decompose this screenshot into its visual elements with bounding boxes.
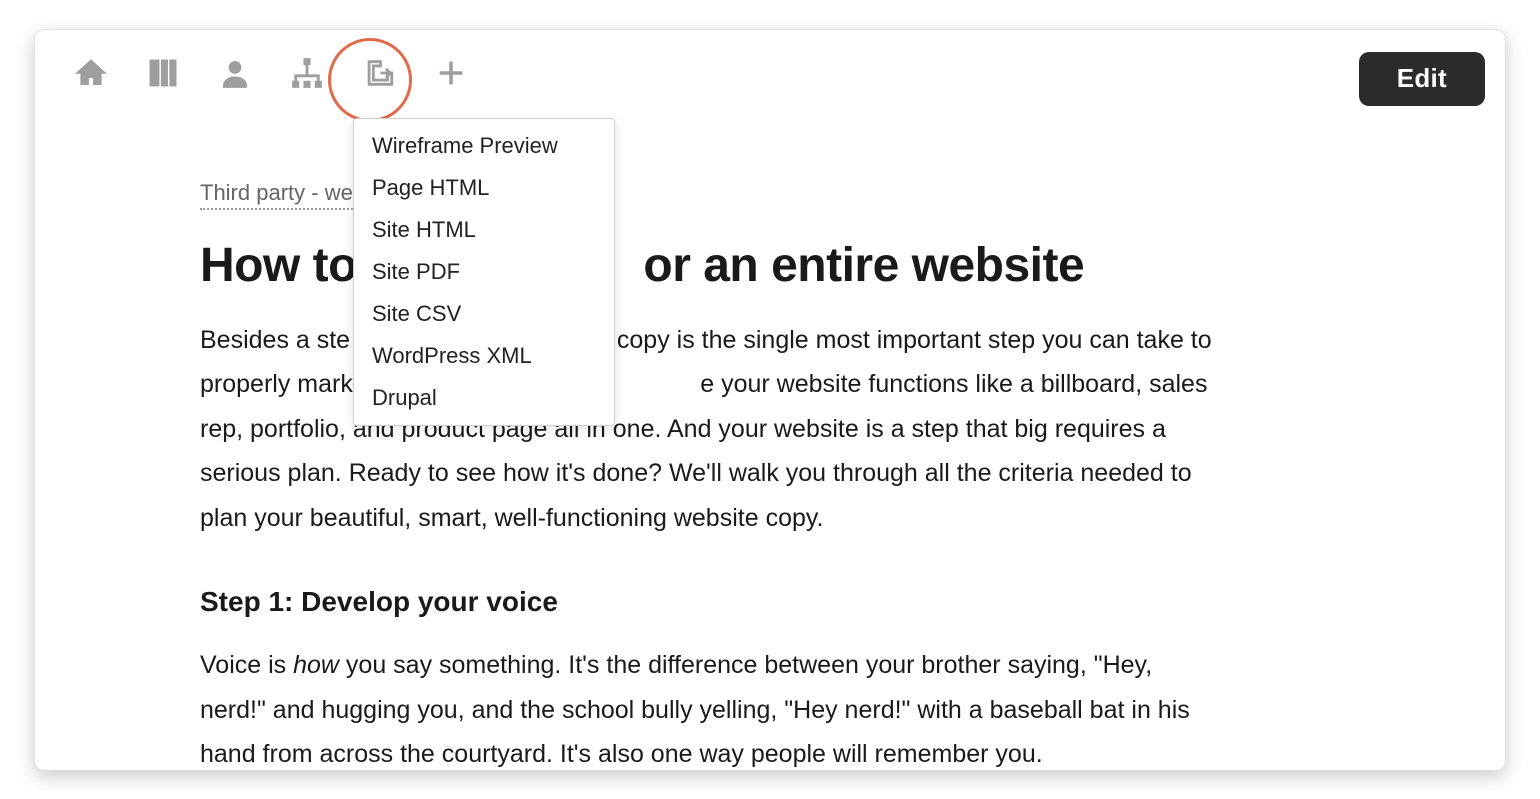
sitemap-icon xyxy=(290,56,324,93)
step1-body-a: Voice is xyxy=(200,651,293,679)
step1-heading: Step 1: Develop your voice xyxy=(200,586,1340,618)
edit-button[interactable]: Edit xyxy=(1359,52,1485,106)
panel-button[interactable] xyxy=(127,30,199,120)
menu-item-drupal[interactable]: Drupal xyxy=(354,377,614,419)
step1-paragraph: Voice is how you say something. It's the… xyxy=(200,643,1220,770)
app-window: Edit Wireframe Preview Page HTML Site HT… xyxy=(34,29,1506,771)
intro-pre: Besides a ste xyxy=(200,326,350,354)
menu-item-site-html[interactable]: Site HTML xyxy=(354,209,614,251)
export-button[interactable] xyxy=(343,30,415,120)
toolbar: Edit xyxy=(35,30,1505,120)
page-title-right: or an entire website xyxy=(643,239,1084,292)
home-icon xyxy=(74,56,108,93)
user-icon xyxy=(218,56,252,93)
sitemap-button[interactable] xyxy=(271,30,343,120)
menu-item-wordpress-xml[interactable]: WordPress XML xyxy=(354,335,614,377)
add-button[interactable] xyxy=(415,30,487,120)
page-title-left: How to xyxy=(200,239,357,292)
step1-body-b: you say something. It's the difference b… xyxy=(200,651,1190,768)
add-icon xyxy=(434,56,468,93)
breadcrumb[interactable]: Third party - web xyxy=(200,180,365,210)
menu-item-wireframe-preview[interactable]: Wireframe Preview xyxy=(354,125,614,167)
user-button[interactable] xyxy=(199,30,271,120)
menu-item-page-html[interactable]: Page HTML xyxy=(354,167,614,209)
panel-icon xyxy=(146,56,180,93)
page-content: Third party - web How to write copy f or… xyxy=(35,130,1505,770)
menu-item-site-pdf[interactable]: Site PDF xyxy=(354,251,614,293)
export-dropdown: Wireframe Preview Page HTML Site HTML Si… xyxy=(353,118,615,426)
home-button[interactable] xyxy=(55,30,127,120)
step1-body-em: how xyxy=(293,651,339,679)
export-icon xyxy=(362,56,396,93)
menu-item-site-csv[interactable]: Site CSV xyxy=(354,293,614,335)
